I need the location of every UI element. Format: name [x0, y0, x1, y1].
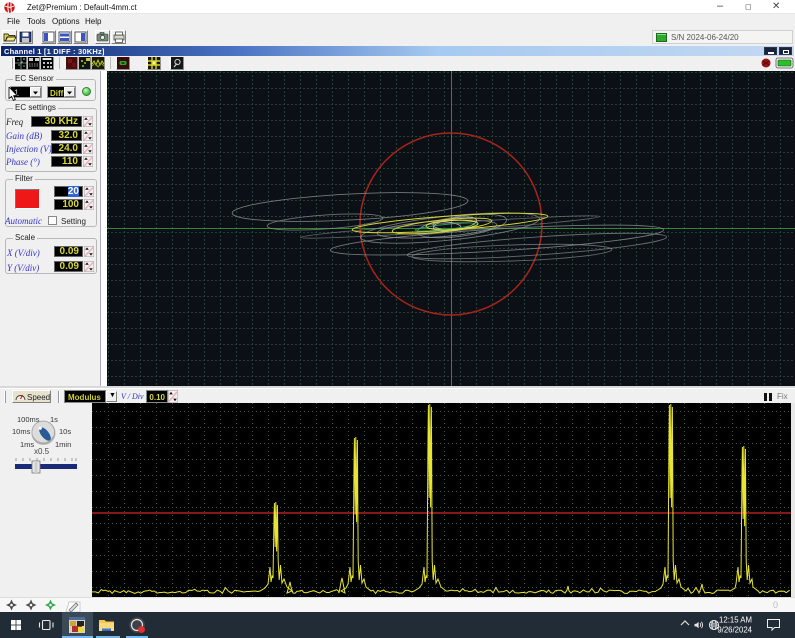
svg-text:12:15 AM: 12:15 AM [719, 616, 752, 625]
svg-text:9/26/2024: 9/26/2024 [717, 626, 752, 635]
